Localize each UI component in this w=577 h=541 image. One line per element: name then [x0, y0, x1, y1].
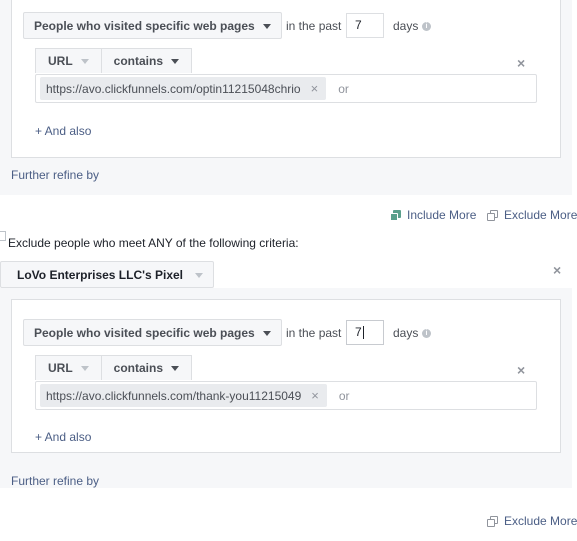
- or-placeholder: or: [338, 81, 349, 96]
- days-label: days: [393, 326, 419, 340]
- rule-type-dropdown[interactable]: People who visited specific web pages: [23, 12, 282, 39]
- days-value: 7: [355, 325, 362, 339]
- text-cursor: [362, 326, 364, 340]
- exclude-checkbox[interactable]: [0, 231, 6, 241]
- rule-type-dropdown-exclude[interactable]: People who visited specific web pages: [23, 319, 282, 346]
- further-refine-link[interactable]: Further refine by: [11, 168, 99, 182]
- and-also-link[interactable]: + And also: [35, 124, 91, 138]
- info-icon[interactable]: i: [422, 22, 431, 31]
- rule-type-label: People who visited specific web pages: [34, 325, 255, 340]
- caret-down-icon: [80, 59, 89, 64]
- url-token: https://avo.clickfunnels.com/thank-you11…: [40, 384, 327, 407]
- exclude-heading: Exclude people who meet ANY of the follo…: [8, 236, 299, 250]
- remove-rule-icon[interactable]: ×: [517, 56, 525, 70]
- caret-down-icon: [80, 366, 89, 371]
- days-label: days: [393, 19, 419, 33]
- in-the-past-label: in the past: [286, 326, 342, 340]
- remove-rule-icon[interactable]: ×: [517, 363, 525, 377]
- url-token-input[interactable]: https://avo.clickfunnels.com/optin112150…: [35, 74, 537, 103]
- further-refine-link[interactable]: Further refine by: [11, 474, 99, 488]
- and-also-link[interactable]: + And also: [35, 430, 91, 444]
- exclude-more-icon: [487, 515, 499, 527]
- days-input-exclude[interactable]: 7: [346, 320, 384, 345]
- field-dropdown[interactable]: URL: [36, 356, 101, 380]
- caret-down-icon: [195, 272, 204, 278]
- include-more-label: Include More: [407, 208, 477, 222]
- pixel-dropdown[interactable]: LoVo Enterprises LLC's Pixel: [0, 261, 214, 288]
- exclude-more-button[interactable]: Exclude More: [487, 208, 577, 222]
- field-dropdown[interactable]: URL: [36, 49, 101, 73]
- remove-exclude-section-icon[interactable]: ×: [553, 263, 561, 277]
- operator-dropdown[interactable]: contains: [100, 356, 191, 380]
- days-input[interactable]: 7: [346, 13, 384, 38]
- exclude-more-icon: [487, 209, 499, 221]
- exclude-more-button[interactable]: Exclude More: [487, 514, 577, 528]
- exclude-more-label: Exclude More: [504, 208, 577, 222]
- or-placeholder: or: [338, 388, 350, 403]
- include-more-button[interactable]: Include More: [390, 208, 476, 222]
- field-label: URL: [48, 54, 73, 68]
- operator-dropdown[interactable]: contains: [100, 49, 191, 73]
- caret-down-icon: [262, 330, 271, 336]
- field-label: URL: [48, 361, 73, 375]
- rule-condition-header: URL contains: [35, 48, 193, 73]
- caret-down-icon: [262, 23, 271, 29]
- include-more-icon: [390, 209, 402, 221]
- remove-token-icon[interactable]: ×: [311, 388, 319, 403]
- rule-condition-header: URL contains: [35, 355, 193, 380]
- url-token: https://avo.clickfunnels.com/optin112150…: [40, 77, 327, 100]
- rule-type-label: People who visited specific web pages: [34, 18, 255, 33]
- url-token-input[interactable]: https://avo.clickfunnels.com/thank-you11…: [35, 381, 537, 410]
- exclude-more-label: Exclude More: [504, 514, 577, 528]
- url-token-text: https://avo.clickfunnels.com/thank-you11…: [46, 388, 302, 403]
- operator-label: contains: [113, 54, 164, 68]
- url-token-text: https://avo.clickfunnels.com/optin112150…: [46, 81, 301, 96]
- remove-token-icon[interactable]: ×: [311, 81, 319, 96]
- caret-down-icon: [171, 59, 180, 64]
- in-the-past-label: in the past: [286, 19, 342, 33]
- pixel-name: LoVo Enterprises LLC's Pixel: [17, 267, 184, 282]
- info-icon[interactable]: i: [422, 329, 431, 338]
- caret-down-icon: [171, 366, 180, 371]
- operator-label: contains: [113, 361, 164, 375]
